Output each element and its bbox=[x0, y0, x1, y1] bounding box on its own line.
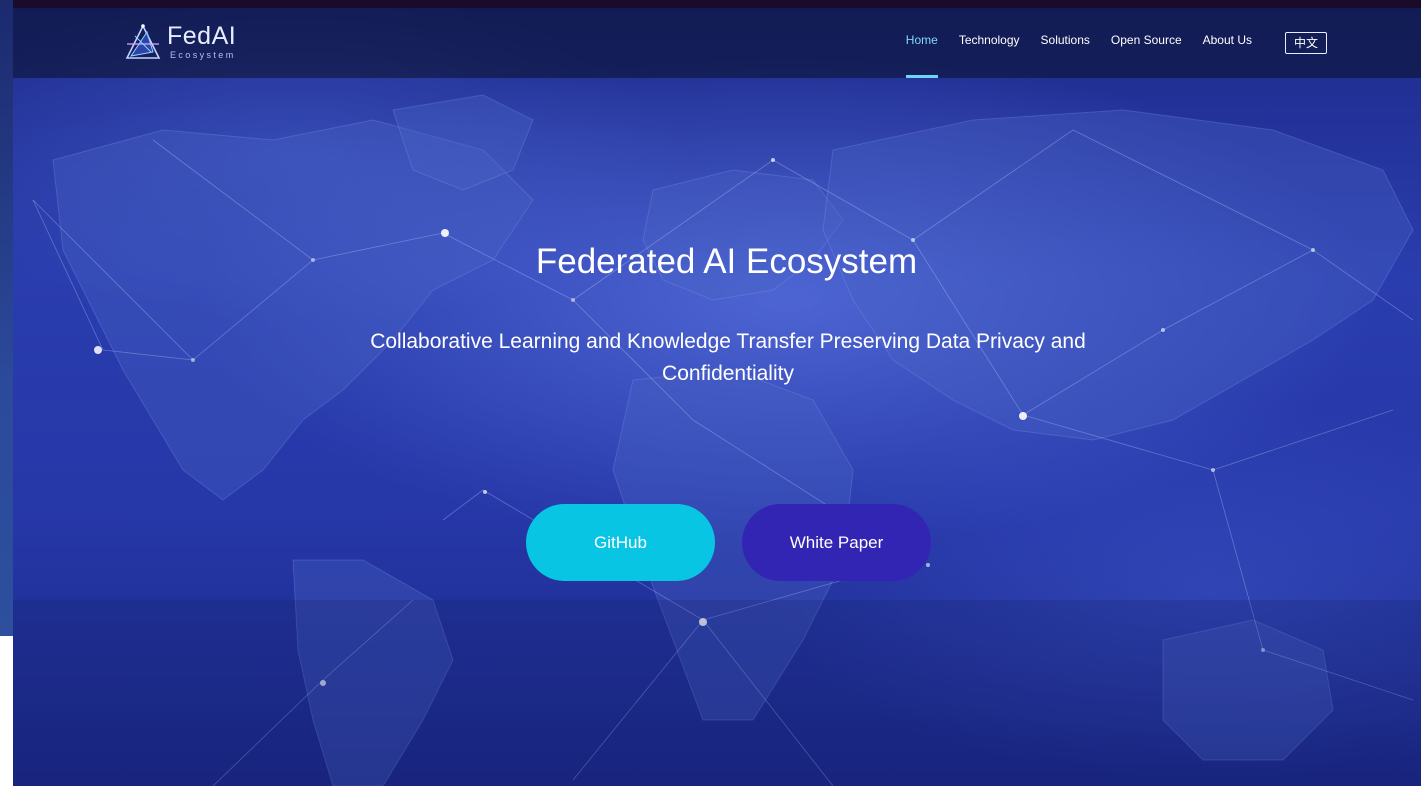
top-navbar: FedAI Ecosystem Home Technology Solution… bbox=[13, 8, 1421, 78]
hero-subtitle: Collaborative Learning and Knowledge Tra… bbox=[370, 330, 1086, 385]
hero-title: Federated AI Ecosystem bbox=[535, 242, 918, 281]
github-button[interactable]: GitHub bbox=[526, 504, 715, 581]
nav-about-us[interactable]: About Us bbox=[1203, 8, 1252, 78]
nav-open-source[interactable]: Open Source bbox=[1111, 8, 1182, 78]
fedai-logo[interactable]: FedAI Ecosystem bbox=[123, 20, 236, 64]
world-map-network-background bbox=[13, 94, 1421, 786]
brand-name: FedAI bbox=[167, 22, 237, 50]
nav-solutions[interactable]: Solutions bbox=[1041, 8, 1090, 78]
main-nav: Home Technology Solutions Open Source Ab… bbox=[905, 8, 1421, 78]
brand-tagline: Ecosystem bbox=[170, 50, 236, 60]
window-top-edge bbox=[0, 0, 1421, 8]
window-left-edge bbox=[0, 0, 13, 636]
page: FedAI Ecosystem Home Technology Solution… bbox=[0, 0, 1421, 786]
fedai-logo-icon bbox=[125, 24, 161, 59]
hero-section bbox=[13, 0, 1421, 786]
white-paper-button[interactable]: White Paper bbox=[742, 504, 931, 581]
nav-technology[interactable]: Technology bbox=[959, 8, 1020, 78]
nav-home[interactable]: Home bbox=[905, 8, 938, 78]
language-toggle-button[interactable]: 中文 bbox=[1284, 32, 1327, 54]
